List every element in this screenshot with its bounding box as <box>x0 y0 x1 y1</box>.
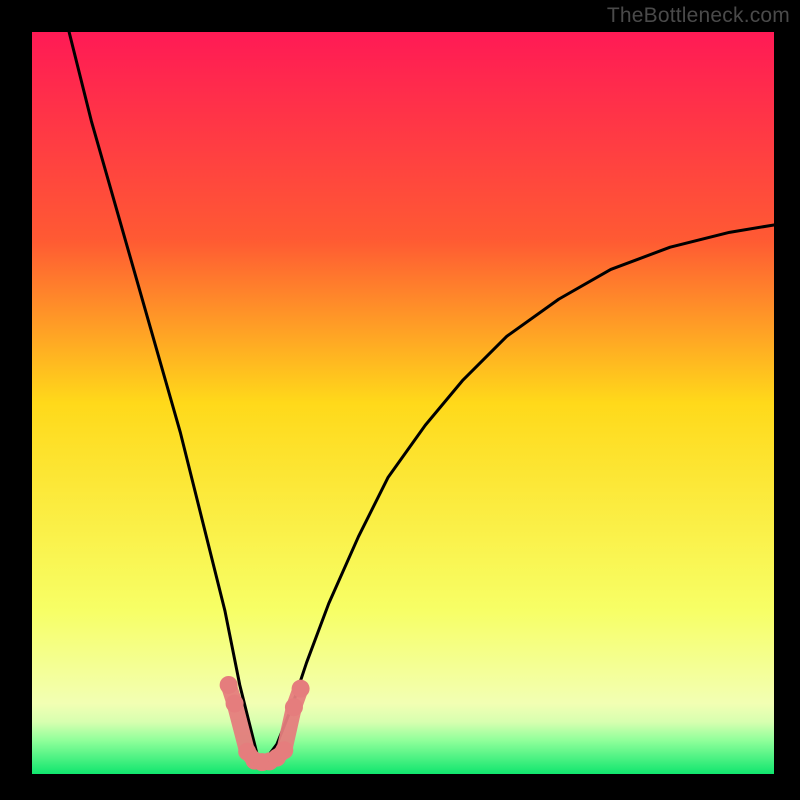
chart-background <box>32 32 774 774</box>
chart-stage: TheBottleneck.com <box>0 0 800 800</box>
highlight-dot <box>220 676 238 694</box>
highlight-dot <box>226 695 244 713</box>
chart-plot-area <box>32 32 774 774</box>
watermark-text: TheBottleneck.com <box>607 4 790 28</box>
highlight-dot <box>275 741 293 759</box>
highlight-dot <box>292 680 310 698</box>
chart-svg <box>32 32 774 774</box>
highlight-dot <box>285 698 303 716</box>
